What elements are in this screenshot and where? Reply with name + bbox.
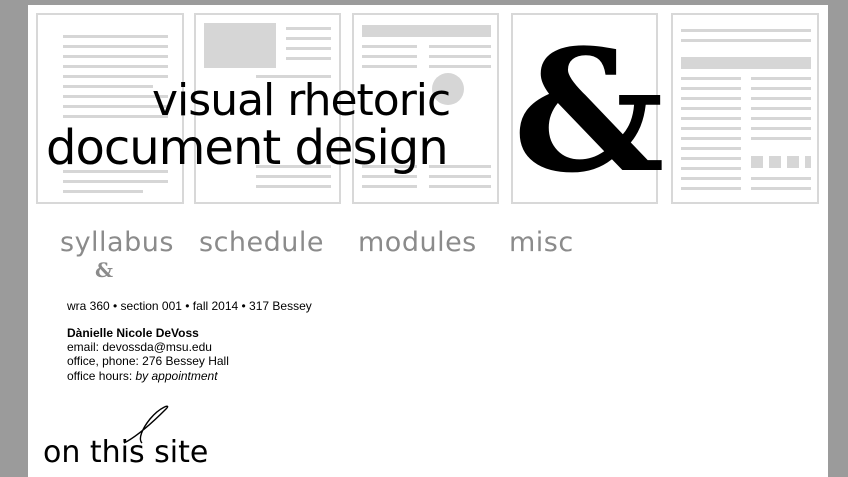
- site-title-line-2: document design: [46, 120, 449, 176]
- nav-schedule[interactable]: schedule: [199, 227, 324, 258]
- page-body: visual rhetoric document design & syllab…: [28, 5, 828, 477]
- nav-active-marker: &: [95, 258, 114, 282]
- ampersand-logo: &: [513, 12, 665, 210]
- mock-page-5: [671, 13, 819, 204]
- office-hours-value: by appointment: [135, 369, 218, 383]
- office-hours: office hours: by appointment: [67, 369, 218, 383]
- nav-syllabus[interactable]: syllabus: [60, 227, 174, 258]
- course-info: wra 360 • section 001 • fall 2014 • 317 …: [67, 299, 312, 313]
- instructor-name: Dànielle Nicole DeVoss: [67, 326, 199, 340]
- instructor-email: email: devossda@msu.edu: [67, 340, 212, 354]
- site-title-line-1: visual rhetoric: [152, 75, 451, 126]
- nav-modules[interactable]: modules: [358, 227, 477, 258]
- office-hours-label: office hours:: [67, 369, 136, 383]
- section-heading: on this site: [43, 435, 209, 470]
- instructor-office: office, phone: 276 Bessey Hall: [67, 354, 229, 368]
- nav-misc[interactable]: misc: [509, 227, 574, 258]
